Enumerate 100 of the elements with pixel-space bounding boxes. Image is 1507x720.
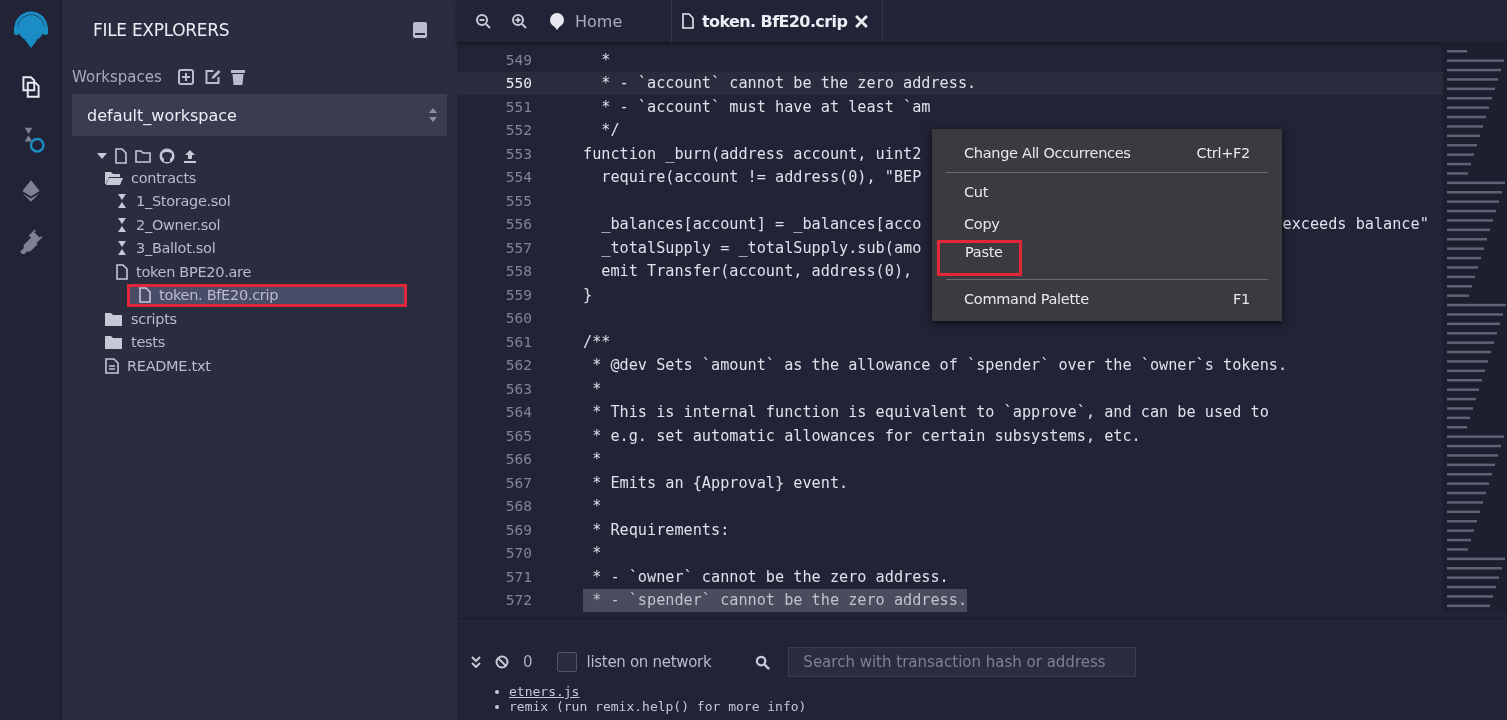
checkbox-label: listen on network bbox=[586, 653, 712, 671]
new-file-icon[interactable] bbox=[115, 148, 127, 164]
home-icon bbox=[547, 12, 567, 30]
search-field[interactable]: Search with transaction hash or address bbox=[788, 647, 1137, 677]
file-icon bbox=[116, 263, 128, 280]
code-line: * Emits an {Approval} event. bbox=[591, 473, 849, 492]
solidity-icon bbox=[116, 193, 128, 210]
search-icon[interactable] bbox=[755, 654, 771, 670]
folder-icon bbox=[105, 170, 123, 185]
tree-item[interactable]: 2_Owner.sol bbox=[72, 213, 447, 237]
line-number: 563 bbox=[504, 380, 532, 397]
solidity-icon bbox=[116, 240, 128, 257]
line-number: 566 bbox=[504, 451, 532, 468]
tree-item[interactable]: 1_Storage.sol bbox=[72, 189, 447, 213]
line-number: 565 bbox=[504, 427, 532, 444]
log-line: remix (run remix.help() for more info) bbox=[509, 699, 807, 714]
line-number: 554 bbox=[504, 169, 532, 186]
folder-icon bbox=[105, 335, 123, 350]
code-line: * - `account` cannot be the zero address. bbox=[600, 74, 977, 93]
menu-item[interactable]: Cut bbox=[932, 176, 1282, 208]
line-number: 572 bbox=[504, 592, 532, 609]
menu-item[interactable]: Change All Occurrences Ctrl+F2 bbox=[932, 137, 1282, 169]
tree-item[interactable]: tests bbox=[72, 330, 447, 354]
new-folder-icon[interactable] bbox=[135, 149, 151, 163]
code-line: emit Transfer(account, address(0), bbox=[600, 262, 914, 281]
line-number: 555 bbox=[504, 192, 532, 209]
file-icon bbox=[139, 287, 151, 304]
tree-item[interactable]: token. BfE20.crip bbox=[127, 283, 407, 307]
code-line: * e.g. set automatic allowances for certain subsystems, etc. bbox=[591, 426, 1141, 445]
tree-item[interactable]: contracts bbox=[72, 166, 447, 190]
code-line: /** bbox=[583, 332, 611, 351]
tree-item[interactable]: README.txt bbox=[72, 354, 447, 378]
folder-icon bbox=[105, 311, 123, 326]
code-line: * bbox=[591, 497, 602, 516]
line-number: 550 bbox=[504, 75, 532, 92]
line-number: 569 bbox=[504, 521, 532, 538]
close-icon[interactable] bbox=[855, 14, 869, 28]
line-number: 561 bbox=[504, 333, 532, 350]
code-line: function _burn(address account, uint2 bbox=[583, 144, 922, 163]
code-line: * bbox=[600, 50, 611, 69]
menu-item[interactable]: Paste bbox=[937, 240, 1022, 276]
solidity-icon bbox=[116, 216, 128, 233]
code-line: * Requirements: bbox=[591, 520, 730, 539]
menu-item[interactable]: Copy bbox=[932, 208, 1282, 240]
document-icon[interactable] bbox=[413, 22, 427, 38]
file-icon bbox=[682, 13, 694, 29]
caret-icon[interactable] bbox=[97, 151, 107, 161]
line-number: 551 bbox=[504, 98, 532, 115]
line-number: 562 bbox=[504, 357, 532, 374]
code-line: * bbox=[591, 379, 602, 398]
line-number: 557 bbox=[504, 239, 532, 256]
line-number: 568 bbox=[504, 498, 532, 515]
plug-icon[interactable] bbox=[17, 228, 44, 254]
clear-icon[interactable] bbox=[495, 655, 509, 669]
code-line: require(account != address(0), "BEP bbox=[600, 168, 922, 187]
code-line: * - `spender` cannot be the zero address. bbox=[591, 591, 968, 610]
edit-icon[interactable] bbox=[203, 69, 221, 85]
add-icon[interactable] bbox=[177, 69, 194, 85]
line-number: 564 bbox=[504, 404, 532, 421]
code-line: * bbox=[591, 544, 602, 563]
code-line: * bbox=[591, 450, 602, 469]
tree-item[interactable]: 3_Ballot.sol bbox=[72, 236, 447, 260]
code-line: * @dev Sets `amount` as the allowance of `spender` over the `owner`s tokens. bbox=[591, 356, 1288, 375]
line-number: 570 bbox=[504, 545, 532, 562]
checkbox[interactable] bbox=[556, 652, 577, 672]
document-icon bbox=[105, 357, 119, 374]
line-number: 559 bbox=[504, 286, 532, 303]
line-number: 571 bbox=[504, 568, 532, 585]
code-line: _totalSupply = _totalSupply.sub(amo bbox=[600, 238, 922, 257]
collapse-icon[interactable] bbox=[471, 656, 481, 668]
editor-tab[interactable]: token. BfE20.crip bbox=[672, 0, 884, 42]
code-line: _balances[account] = _balances[acco bbox=[600, 215, 922, 234]
tree-item[interactable]: token BPE20.are bbox=[72, 260, 447, 284]
editor-tab[interactable]: Home bbox=[547, 0, 672, 42]
panel-title: FILE EXPLORERS bbox=[93, 20, 230, 40]
code-line: */ bbox=[600, 121, 620, 140]
zoom-in-icon[interactable] bbox=[511, 13, 527, 29]
workspace-select[interactable]: default_workspace bbox=[72, 94, 447, 136]
line-number: 549 bbox=[504, 51, 532, 68]
github-icon[interactable] bbox=[159, 148, 175, 164]
line-number: 552 bbox=[504, 122, 532, 139]
pending-count: 0 bbox=[523, 653, 533, 671]
line-number: 567 bbox=[504, 474, 532, 491]
line-number: 556 bbox=[504, 216, 532, 233]
line-number: 558 bbox=[504, 263, 532, 280]
tree-item[interactable]: scripts bbox=[72, 307, 447, 331]
workspaces-label: Workspaces bbox=[72, 68, 162, 86]
updown-icon bbox=[429, 108, 437, 122]
upload-icon[interactable] bbox=[183, 149, 197, 163]
minimap[interactable] bbox=[1443, 42, 1507, 612]
line-number: 560 bbox=[504, 310, 532, 327]
log-link[interactable]: etners.js bbox=[509, 684, 580, 699]
trash-icon[interactable] bbox=[230, 69, 245, 85]
code-line: } bbox=[583, 285, 593, 304]
zoom-out-icon[interactable] bbox=[475, 13, 491, 29]
menu-item[interactable]: Command Palette F1 bbox=[932, 283, 1282, 315]
code-line: exceeds balance" bbox=[1282, 215, 1429, 234]
code-line: * - `account` must have at least `am bbox=[600, 97, 931, 116]
line-number: 553 bbox=[504, 145, 532, 162]
code-line: * - `owner` cannot be the zero address. bbox=[591, 567, 949, 586]
